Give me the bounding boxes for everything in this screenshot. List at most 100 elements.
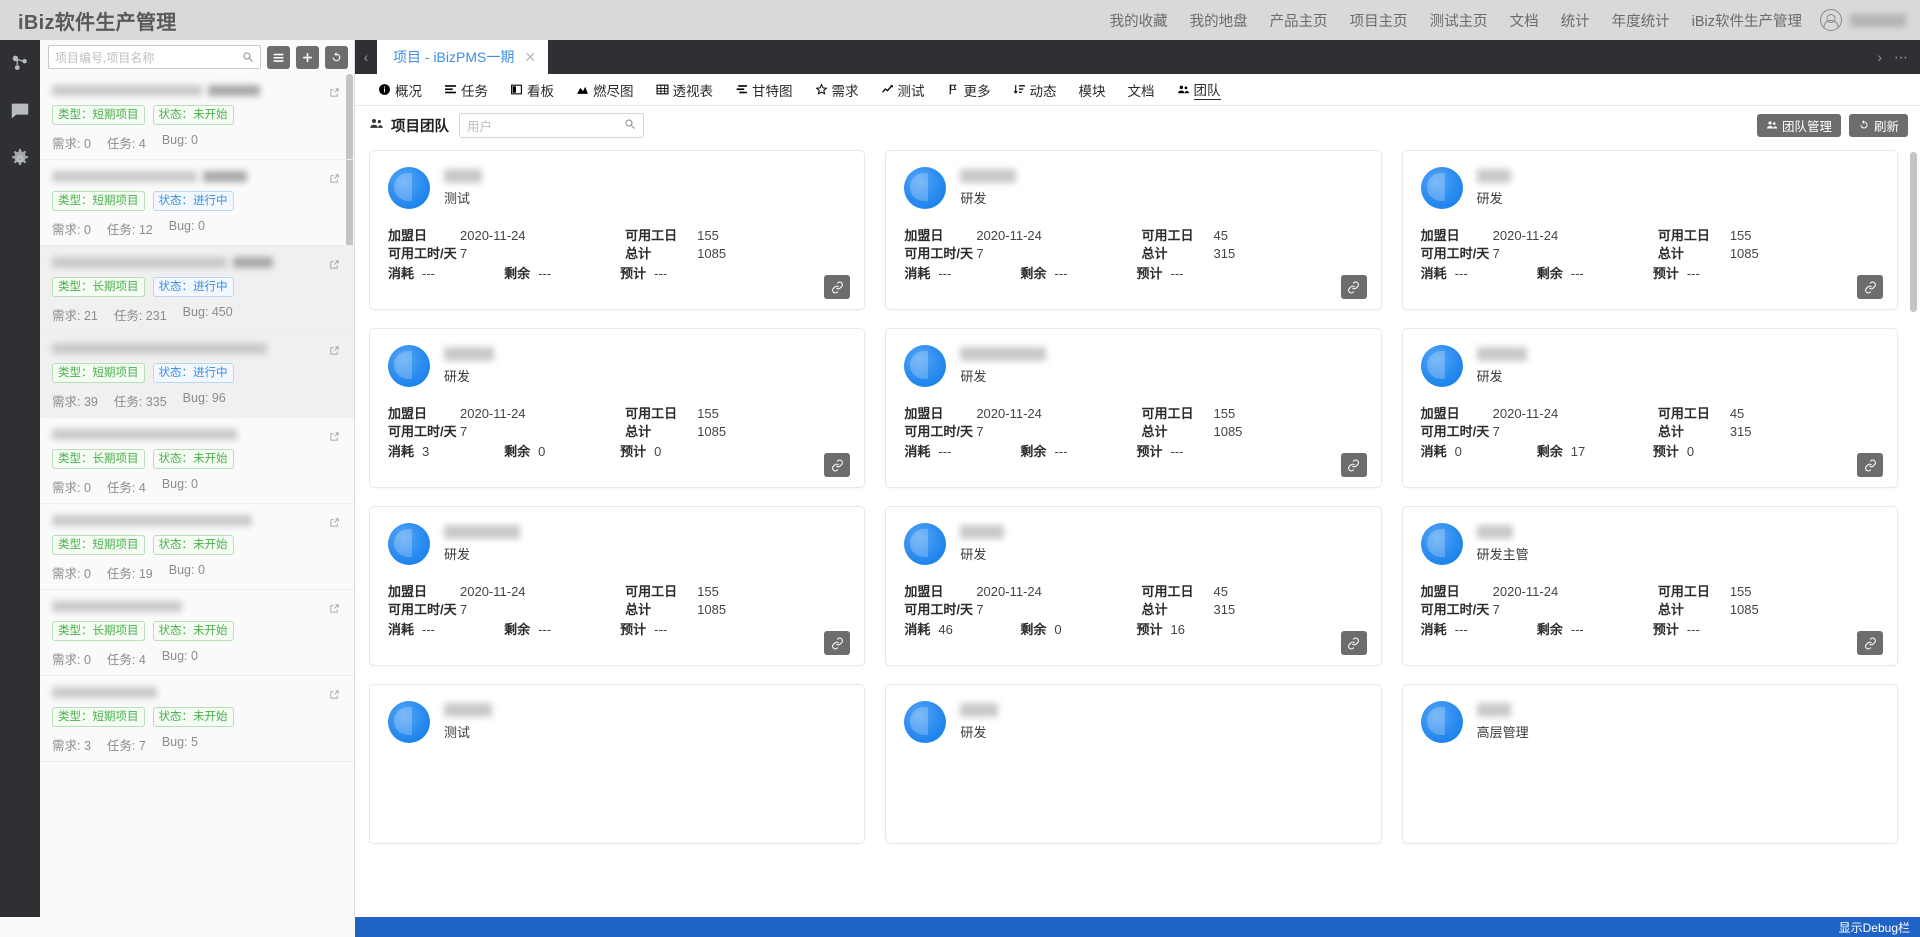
subtab-任务[interactable]: 任务 [433,74,499,105]
subtab-测试[interactable]: 测试 [870,74,936,105]
member-name-redacted [444,703,492,717]
header-nav-item-3[interactable]: 项目主页 [1350,10,1408,31]
card-action-button[interactable] [824,453,851,477]
field-label: 剩余 [1020,622,1047,637]
open-external-icon[interactable] [329,171,340,183]
gear-icon[interactable] [7,146,33,172]
field-label: 可用工日 [625,584,678,599]
project-list-item[interactable]: 类型：长期项目 状态：未开始 需求: 0 任务: 4 Bug: 0 [40,418,354,504]
list-view-button[interactable] [267,45,290,69]
field-available-days: 可用工日 155 [625,225,846,243]
field-value: 2020-11-24 [976,228,1042,243]
tab-project-ibizpms[interactable]: 项目 - iBizPMS一期 ✕ [377,40,549,74]
field-value: 2020-11-24 [976,406,1042,421]
header-nav-item-1[interactable]: 我的地盘 [1190,10,1248,31]
card-action-button[interactable] [1340,631,1367,655]
subtab-透视表[interactable]: 透视表 [645,74,725,105]
open-external-icon[interactable] [329,257,340,269]
team-manage-button[interactable]: 团队管理 [1756,113,1841,137]
field-value: 7 [1492,246,1500,261]
open-external-icon[interactable] [329,343,340,355]
subtab-燃尽图[interactable]: 燃尽图 [565,74,645,105]
header-nav-item-5[interactable]: 文档 [1510,10,1539,31]
refresh-projects-button[interactable] [325,45,348,69]
subtab-模块[interactable]: 模块 [1068,74,1117,105]
team-member-card[interactable]: 研发 加盟日 2020-11-24 可用工日 155 可用工时/天 7 总计 1085 消耗 ---… [885,328,1382,488]
show-debug-bar-link[interactable]: 显示Debug栏 [1839,919,1910,936]
team-member-card[interactable]: 高层管理 [1401,684,1898,844]
team-member-card[interactable]: 研发 加盟日 2020-11-24 可用工日 45 可用工时/天 7 总计 315 消耗 --- 剩余… [885,150,1382,310]
subtab-更多[interactable]: 更多 [936,74,1002,105]
header-nav-item-7[interactable]: 年度统计 [1612,10,1670,31]
card-action-button[interactable] [824,631,851,655]
team-member-card[interactable]: 研发 加盟日 2020-11-24 可用工日 155 可用工时/天 7 总计 1085 消耗 3 剩余… [369,328,866,488]
open-external-icon[interactable] [329,85,340,97]
close-icon[interactable]: ✕ [524,49,536,66]
subtab-动态[interactable]: 动态 [1002,74,1068,105]
open-external-icon[interactable] [329,515,340,527]
ellipsis-icon[interactable]: ⋯ [1894,49,1908,66]
add-project-button[interactable] [296,45,319,69]
team-member-card[interactable]: 测试 [369,684,866,844]
project-stats: 需求: 0 任务: 4 Bug: 0 [52,133,340,152]
main-scrollbar[interactable] [1910,152,1917,312]
field-label: 可用工日 [1657,228,1710,243]
org-icon[interactable] [7,50,33,76]
header-nav-item-6[interactable]: 统计 [1561,10,1590,31]
field-label: 总计 [1141,424,1168,439]
card-action-button[interactable] [1857,275,1883,299]
team-member-card[interactable]: 研发 [885,684,1382,844]
team-member-card[interactable]: 测试 加盟日 2020-11-24 可用工日 155 可用工时/天 7 总计 1085 消耗 ---… [369,150,866,310]
project-list-item[interactable]: 类型：短期项目 状态：未开始 需求: 0 任务: 19 Bug: 0 [40,504,354,590]
subtab-需求[interactable]: 需求 [804,74,870,105]
message-icon[interactable] [7,98,33,124]
field-value: 17 [1570,444,1586,459]
open-external-icon[interactable] [329,429,340,441]
team-member-card[interactable]: 研发 加盟日 2020-11-24 可用工日 45 可用工时/天 7 总计 315 消耗 46 剩余 0… [885,506,1382,666]
project-search-input[interactable]: 项目编号,项目名称 [48,45,261,69]
controlbar-actions: 团队管理 刷新 [1756,113,1908,137]
project-list-item[interactable]: 类型：短期项目 状态：进行中 需求: 0 任务: 12 Bug: 0 [40,160,354,246]
user-menu[interactable] [1820,9,1906,31]
team-member-card[interactable]: 研发 加盟日 2020-11-24 可用工日 155 可用工时/天 7 总计 1085 消耗 ---… [369,506,866,666]
card-action-button[interactable] [1340,275,1367,299]
project-list-item[interactable]: 类型：短期项目 状态：未开始 需求: 3 任务: 7 Bug: 5 [40,676,354,762]
field-label: 预计 [1136,622,1163,637]
subtab-文档[interactable]: 文档 [1117,74,1166,105]
member-role: 测试 [444,191,471,206]
card-header: 研发 [388,345,846,399]
avatar [388,523,430,565]
header-nav-item-0[interactable]: 我的收藏 [1110,10,1168,31]
header-nav-item-2[interactable]: 产品主页 [1270,10,1328,31]
card-action-button[interactable] [1340,453,1367,477]
refresh-button[interactable]: 刷新 [1848,113,1908,137]
header-nav-item-4[interactable]: 测试主页 [1430,10,1488,31]
member-role: 研发 [960,369,987,384]
project-list-item[interactable]: 类型：短期项目 状态：进行中 需求: 39 任务: 335 Bug: 96 [40,332,354,418]
header-nav-item-8[interactable]: iBiz软件生产管理 [1692,10,1802,31]
project-list-item[interactable]: 类型：长期项目 状态：未开始 需求: 0 任务: 4 Bug: 0 [40,590,354,676]
team-member-card[interactable]: 研发主管 加盟日 2020-11-24 可用工日 155 可用工时/天 7 总计 1085 消耗 -… [1401,506,1898,666]
field-label: 可用工时/天 [388,602,457,617]
project-list-item[interactable]: 类型：短期项目 状态：未开始 需求: 0 任务: 4 Bug: 0 [40,74,354,160]
subtab-概况[interactable]: 概况 [367,74,433,105]
chevron-right-icon[interactable]: › [1877,49,1882,65]
member-name-redacted [1476,703,1511,717]
project-list[interactable]: 类型：短期项目 状态：未开始 需求: 0 任务: 4 Bug: 0 类型：短期项目 状态：进… [40,74,354,917]
card-action-button[interactable] [824,275,851,299]
team-member-card[interactable]: 研发 加盟日 2020-11-24 可用工日 155 可用工时/天 7 总计 1085 消耗 ---… [1401,150,1898,310]
open-external-icon[interactable] [329,601,340,613]
link-icon [831,459,843,471]
user-circle-icon [1820,9,1842,31]
user-search-input[interactable]: 用户 [459,112,644,138]
open-external-icon[interactable] [329,687,340,699]
card-action-button[interactable] [1857,453,1883,477]
project-list-item[interactable]: 类型：长期项目 状态：进行中 需求: 21 任务: 231 Bug: 450 [40,246,354,332]
subtab-看板[interactable]: 看板 [499,74,565,105]
subtab-甘特图[interactable]: 甘特图 [724,74,804,105]
team-member-card[interactable]: 研发 加盟日 2020-11-24 可用工日 45 可用工时/天 7 总计 315 消耗 0 剩余 17… [1401,328,1898,488]
subtab-团队[interactable]: 团队 [1166,74,1232,105]
field-value: 0 [1686,444,1695,459]
chevron-left-icon[interactable]: ‹ [355,40,377,74]
card-action-button[interactable] [1857,631,1883,655]
